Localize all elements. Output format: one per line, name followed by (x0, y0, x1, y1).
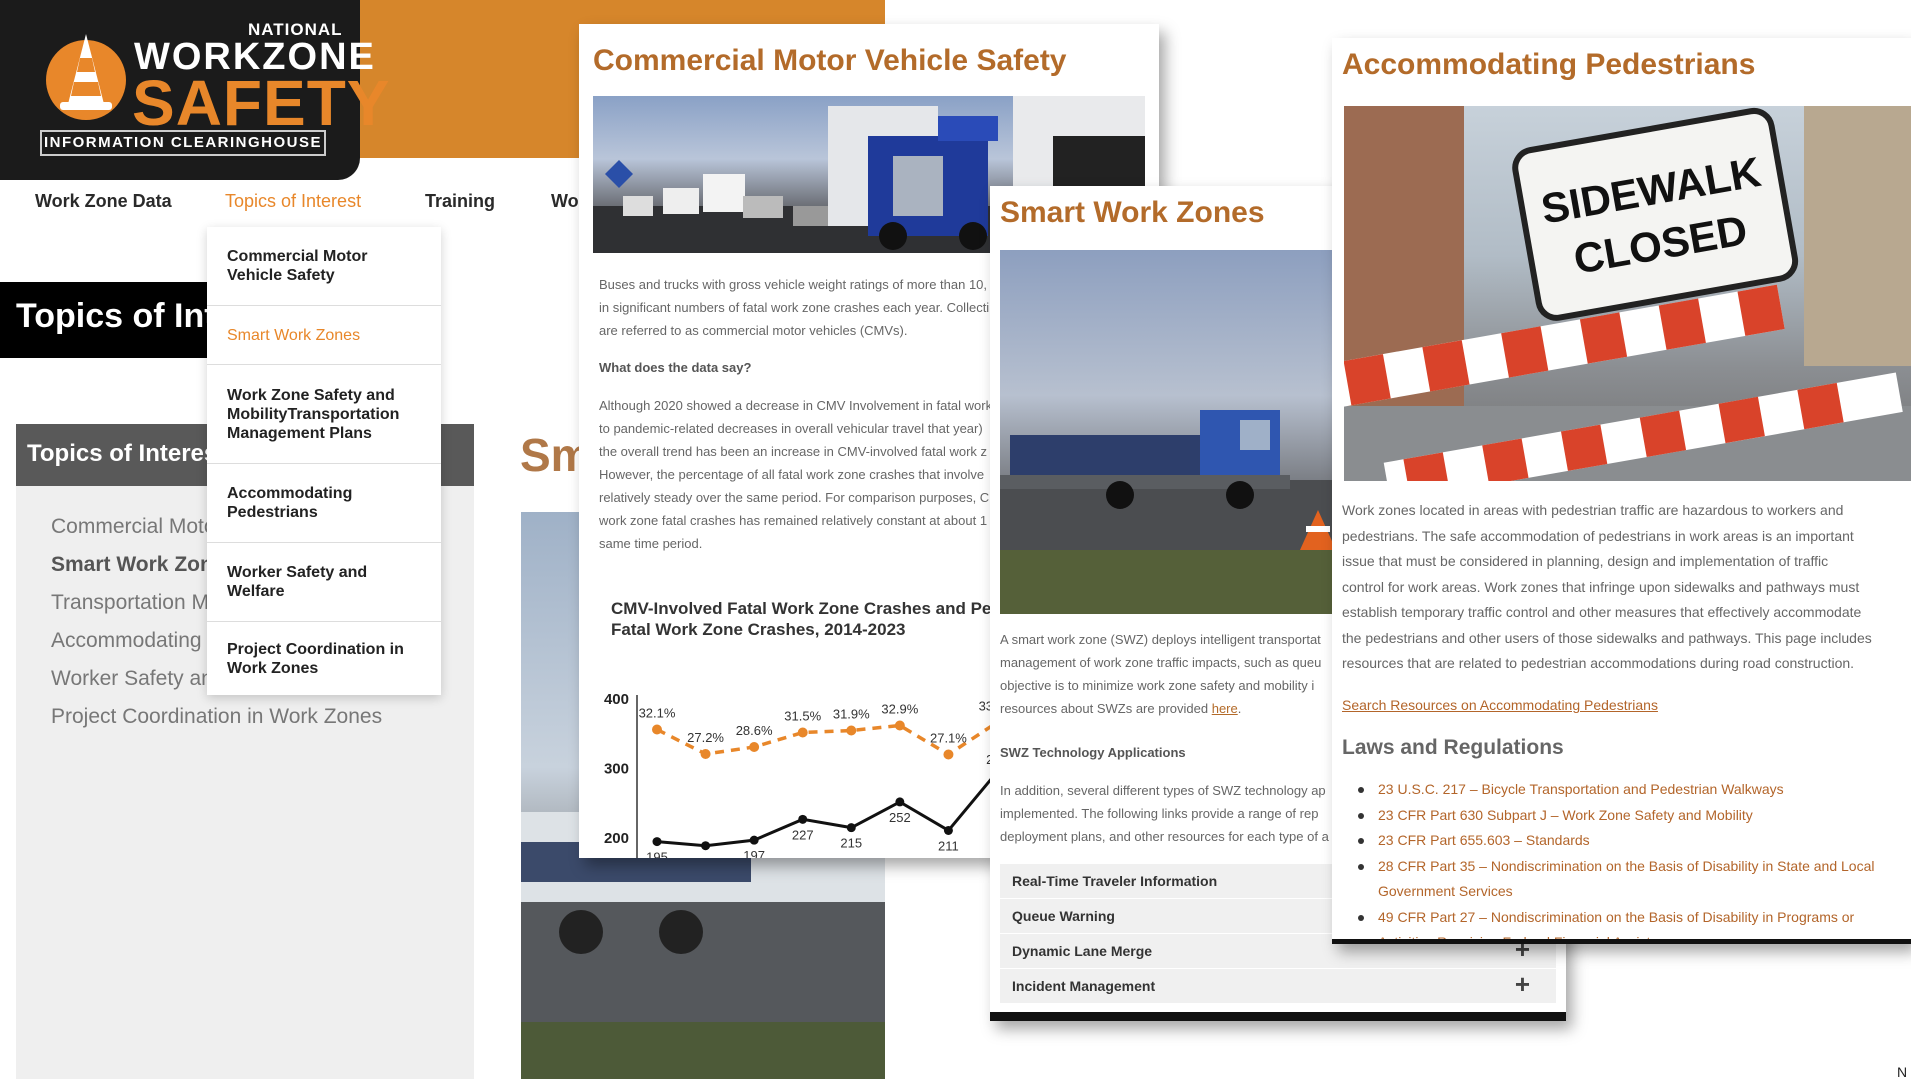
accordion-label: Incident Management (1012, 978, 1156, 994)
laws-heading: Laws and Regulations (1342, 736, 1564, 759)
data-point-cmv-crashes (749, 835, 759, 845)
cmv-para1-line3: are referred to as commercial motor vehi… (599, 323, 908, 338)
ped-para-line2: pedestrians. The safe accommodation of p… (1342, 527, 1854, 544)
cmv-question: What does the data say? (599, 360, 752, 375)
logo-tagline: INFORMATION CLEARINGHOUSE (40, 130, 326, 156)
nav-item-truncated[interactable]: Wo (551, 191, 579, 212)
data-point-percent (797, 727, 808, 738)
corner-text: N (1897, 1064, 1908, 1080)
series-line-cmv-crashes (656, 771, 999, 848)
data-point-percent (749, 742, 760, 752)
bullet-icon (1358, 787, 1364, 793)
dropdown-item-project-coordination[interactable]: Project Coordination in Work Zones (207, 622, 441, 695)
data-point-cmv-crashes (895, 797, 905, 807)
data-point-cmv-crashes (943, 825, 953, 835)
cmv-title: Commercial Motor Vehicle Safety (593, 44, 1067, 77)
cmv-para2-line4: However, the percentage of all fatal wor… (599, 467, 985, 482)
footer-bar (1332, 939, 1911, 944)
data-label-percent: 32.1% (639, 706, 676, 721)
data-point-cmv-crashes (701, 841, 711, 851)
bullet-icon (1358, 838, 1364, 844)
data-label-percent: 27.1% (930, 731, 967, 746)
y-tick-label: 200 (604, 830, 629, 847)
data-label-percent: 32.9% (881, 702, 918, 717)
dropdown-item-pedestrians[interactable]: Accommodating Pedestrians (207, 464, 441, 543)
data-point-percent (700, 749, 711, 759)
cmv-para2-line1: Although 2020 showed a decrease in CMV I… (599, 398, 993, 413)
topics-dropdown-menu: Commercial Motor Vehicle Safety Smart Wo… (207, 227, 441, 695)
data-label-cmv-crashes: 195 (646, 850, 668, 858)
accordion-label: Queue Warning (1012, 908, 1115, 924)
cmv-para1-line1: Buses and trucks with gross vehicle weig… (599, 277, 988, 292)
nav-training[interactable]: Training (425, 191, 495, 212)
cmv-chart: 40030020019519722721525221129532.1%27.2%… (604, 691, 1009, 858)
data-label-cmv-crashes: 252 (889, 810, 911, 825)
y-tick-label: 400 (604, 691, 629, 708)
y-tick-label: 300 (604, 761, 629, 778)
accordion-label: Dynamic Lane Merge (1012, 943, 1153, 959)
cmv-para2-line5: relatively steady over the same period. … (599, 490, 990, 505)
swz-subhead: SWZ Technology Applications (1000, 745, 1186, 760)
ped-para-line3: issue that must be considered in plannin… (1342, 553, 1829, 569)
bullet-icon (1358, 915, 1364, 921)
accordion-incident-management[interactable]: Incident Management + (1000, 969, 1556, 1003)
law-link-1[interactable]: 23 U.S.C. 217 – Bicycle Transportation a… (1378, 777, 1898, 802)
pedestrians-page-card: Accommodating Pedestrians SIDEWALK CLOSE… (1332, 38, 1911, 944)
data-point-percent (846, 725, 857, 736)
data-label-percent: 31.9% (833, 707, 870, 722)
ped-title: Accommodating Pedestrians (1342, 48, 1756, 81)
background-page-title: Smart Work Zones (520, 429, 580, 481)
ped-para-line6: the pedestrians and other users of those… (1342, 629, 1872, 646)
law-link-3[interactable]: 23 CFR Part 655.603 – Standards (1378, 828, 1898, 853)
data-point-cmv-crashes (798, 814, 808, 824)
ped-para-line1: Work zones located in areas with pedestr… (1342, 502, 1844, 518)
plus-icon[interactable]: + (1515, 969, 1530, 1000)
ped-para-line4: control for work areas. Work zones that … (1342, 578, 1860, 595)
bullet-icon (1358, 813, 1364, 819)
data-label-cmv-crashes: 215 (840, 836, 862, 851)
dropdown-item-tmp[interactable]: Work Zone Safety and MobilityTransportat… (207, 365, 441, 464)
sidewalk-closed-photo: SIDEWALK CLOSED (1344, 106, 1911, 481)
accordion-label: Real-Time Traveler Information (1012, 873, 1218, 889)
data-point-percent (894, 720, 905, 731)
data-point-cmv-crashes (652, 837, 662, 847)
data-label-percent: 31.5% (784, 709, 821, 724)
footer-bar (990, 1012, 1566, 1021)
swz-title: Smart Work Zones (1000, 196, 1265, 229)
bullet-icon (1358, 864, 1364, 870)
law-link-2[interactable]: 23 CFR Part 630 Subpart J – Work Zone Sa… (1378, 803, 1898, 828)
ped-para-line5: establish temporary traffic control and … (1342, 604, 1862, 620)
data-label-cmv-crashes: 211 (938, 838, 959, 853)
data-label-percent: 27.2% (687, 730, 724, 745)
data-label-cmv-crashes: 227 (792, 827, 814, 842)
swz-here-link[interactable]: here (1212, 701, 1238, 716)
data-point-percent (652, 724, 662, 735)
hero-title: Topics of Interest (16, 297, 207, 335)
cmv-para2-line7: same time period. (599, 536, 703, 551)
cmv-para1-line2: in significant numbers of fatal work zon… (599, 300, 990, 315)
law-link-4[interactable]: 28 CFR Part 35 – Nondiscrimination on th… (1378, 854, 1898, 904)
traffic-cone-icon (46, 34, 126, 120)
logo-safety-text: SAFETY (132, 67, 391, 139)
dropdown-item-worker-safety[interactable]: Worker Safety and Welfare (207, 543, 441, 622)
dropdown-item-cmv[interactable]: Commercial Motor Vehicle Safety (207, 227, 441, 306)
site-logo[interactable]: NATIONAL WORKZONE SAFETY INFORMATION CLE… (0, 0, 389, 180)
cmv-para2-line3: the overall trend has been an increase i… (599, 444, 988, 459)
data-label-cmv-crashes: 197 (743, 848, 765, 858)
dropdown-item-smart-work-zones[interactable]: Smart Work Zones (207, 306, 441, 365)
data-point-percent (943, 749, 954, 760)
nav-topics-of-interest[interactable]: Topics of Interest (225, 191, 361, 212)
swz-para1-line4: resources about SWZs are provided (1000, 701, 1212, 716)
data-point-cmv-crashes (846, 823, 856, 833)
nav-work-zone-data[interactable]: Work Zone Data (35, 191, 172, 212)
ped-para-line7: resources that are related to pedestrian… (1342, 655, 1855, 671)
ped-search-link[interactable]: Search Resources on Accommodating Pedest… (1342, 697, 1658, 713)
data-label-percent: 28.6% (736, 723, 773, 738)
cmv-para2-line2: to pandemic-related decreases in overall… (599, 421, 983, 436)
sidebar-link-project-coordination[interactable]: Project Coordination in Work Zones (51, 705, 382, 729)
cmv-para2-line6: work zone fatal crashes has remained rel… (599, 513, 988, 528)
sidebar-heading: Topics of Interest (27, 440, 207, 467)
